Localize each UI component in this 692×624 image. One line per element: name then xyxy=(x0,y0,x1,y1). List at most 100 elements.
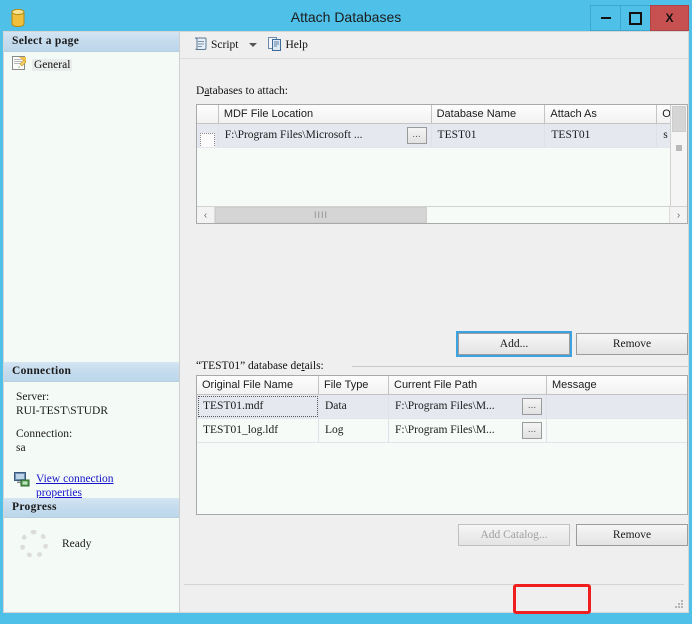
server-connection-icon xyxy=(14,472,30,490)
scroll-thumb[interactable]: IIII xyxy=(215,207,427,223)
select-a-page-list: General xyxy=(4,52,179,77)
scroll-track[interactable]: IIII xyxy=(215,207,669,223)
help-icon xyxy=(268,36,282,54)
browse-mdf-button[interactable]: ... xyxy=(407,127,427,144)
row-checkbox[interactable] xyxy=(200,133,215,147)
server-value: RUI-TEST\STUDR xyxy=(16,404,171,418)
scroll-left-arrow-icon[interactable]: ‹ xyxy=(197,207,215,223)
close-button[interactable]: X xyxy=(650,5,689,31)
label-part-post: tabases to attach: xyxy=(209,85,288,97)
resize-grip-icon[interactable] xyxy=(674,599,684,609)
view-connection-properties-row[interactable]: View connection properties xyxy=(4,470,179,500)
sidebar-item-general[interactable]: General xyxy=(4,52,179,77)
server-group: Server: RUI-TEST\STUDR xyxy=(16,390,171,418)
column-header-message[interactable]: Message xyxy=(547,376,687,394)
progress-spinner-icon xyxy=(20,530,48,558)
connection-label: Connection: xyxy=(16,427,171,441)
script-label: Script xyxy=(211,39,238,51)
progress-status: Ready xyxy=(62,538,91,550)
column-header-check[interactable] xyxy=(197,105,219,123)
connection-user-group: Connection: sa xyxy=(16,427,171,455)
cell-message[interactable] xyxy=(547,395,687,418)
script-button[interactable]: Script xyxy=(190,35,241,55)
cell-current-file-path-text: F:\Program Files\M... xyxy=(395,400,495,412)
details-header-row: Original File Name File Type Current Fil… xyxy=(197,376,687,395)
connection-header: Connection xyxy=(4,362,179,382)
add-catalog-button[interactable]: Add Catalog... xyxy=(458,524,570,546)
add-button-label: Add... xyxy=(500,338,528,350)
help-label: Help xyxy=(285,39,307,51)
sidebar-item-label: General xyxy=(32,59,72,71)
remove-attach-button-label: Remove xyxy=(613,338,651,350)
column-header-database-name[interactable]: Database Name xyxy=(432,105,546,123)
cell-mdf-file-location-text: F:\Program Files\Microsoft ... xyxy=(225,129,363,141)
cell-file-type[interactable]: Data xyxy=(319,395,389,418)
remove-details-button[interactable]: Remove xyxy=(576,524,688,546)
details-label-pre: “TEST01” database de xyxy=(196,360,301,372)
cell-current-file-path-text: F:\Program Files\M... xyxy=(395,424,495,436)
table-row[interactable]: TEST01.mdf Data F:\Program Files\M... ..… xyxy=(197,395,687,419)
select-a-page-header: Select a page xyxy=(4,32,179,52)
minimize-icon xyxy=(601,17,611,19)
grid-vertical-scroll-nub[interactable] xyxy=(676,145,682,151)
column-header-current-file-path[interactable]: Current File Path xyxy=(389,376,547,394)
details-label-post: ails: xyxy=(305,360,324,372)
server-label: Server: xyxy=(16,390,171,404)
column-header-attach-as[interactable]: Attach As xyxy=(545,105,657,123)
footer-separator xyxy=(184,584,684,585)
column-header-file-type[interactable]: File Type xyxy=(319,376,389,394)
cell-current-file-path[interactable]: F:\Program Files\M... ... xyxy=(389,419,547,442)
add-button[interactable]: Add... xyxy=(458,333,570,355)
grid-vertical-scrollbar[interactable] xyxy=(670,105,687,206)
progress-body: Ready xyxy=(4,518,179,558)
remove-details-button-label: Remove xyxy=(613,529,651,541)
connection-section: Connection Server: RUI-TEST\STUDR Connec… xyxy=(4,362,179,500)
grid-vertical-scroll-thumb[interactable] xyxy=(672,106,686,132)
browse-current-file-path-button[interactable]: ... xyxy=(522,422,542,439)
main-content-pane: Script Help xyxy=(180,32,688,612)
cell-current-file-path[interactable]: F:\Program Files\M... ... xyxy=(389,395,547,418)
table-row[interactable]: TEST01_log.ldf Log F:\Program Files\M...… xyxy=(197,419,687,443)
page-general-icon xyxy=(12,56,27,73)
databases-to-attach-grid[interactable]: MDF File Location Database Name Attach A… xyxy=(196,104,688,224)
screenshot-root: •••••••••• •••••• •• ••••• ••• •• ••••••… xyxy=(0,0,692,624)
maximize-button[interactable] xyxy=(620,5,651,31)
connection-details: Server: RUI-TEST\STUDR Connection: sa xyxy=(4,382,179,470)
dialog-toolbar: Script Help xyxy=(180,32,688,59)
view-connection-properties-link[interactable]: View connection properties xyxy=(36,472,138,500)
database-details-label: “TEST01” database details: xyxy=(196,360,324,372)
connection-value: sa xyxy=(16,441,171,455)
browse-current-file-path-button[interactable]: ... xyxy=(522,398,542,415)
minimize-button[interactable] xyxy=(590,5,621,31)
databases-to-attach-label: Databases to attach: xyxy=(196,85,288,97)
progress-header: Progress xyxy=(4,498,179,518)
details-label-rule xyxy=(352,366,688,367)
dialog-titlebar: Attach Databases X xyxy=(0,4,692,31)
cell-database-name[interactable]: TEST01 xyxy=(432,124,546,147)
chevron-down-icon[interactable] xyxy=(249,43,257,47)
attach-databases-dialog: Attach Databases X Select a page xyxy=(0,4,692,616)
cell-original-file-name[interactable]: TEST01_log.ldf xyxy=(197,419,319,442)
dialog-client-area: Select a page xyxy=(3,31,689,613)
grid-horizontal-scrollbar[interactable]: ‹ IIII › xyxy=(197,206,687,223)
maximize-icon xyxy=(629,12,642,25)
database-details-grid[interactable]: Original File Name File Type Current Fil… xyxy=(196,375,688,515)
script-icon xyxy=(193,36,208,54)
select-a-page-section: Select a page xyxy=(4,32,179,77)
column-header-original-file-name[interactable]: Original File Name xyxy=(197,376,319,394)
grid-header-row: MDF File Location Database Name Attach A… xyxy=(197,105,687,124)
cell-mdf-file-location[interactable]: F:\Program Files\Microsoft ... ... xyxy=(219,124,432,147)
progress-section: Progress Ready xyxy=(4,498,179,558)
dialog-title: Attach Databases xyxy=(0,9,692,25)
add-catalog-button-label: Add Catalog... xyxy=(480,529,547,541)
help-button[interactable]: Help xyxy=(265,35,310,55)
remove-attach-button[interactable]: Remove xyxy=(576,333,688,355)
cell-file-type[interactable]: Log xyxy=(319,419,389,442)
column-header-mdf-file-location[interactable]: MDF File Location xyxy=(219,105,432,123)
table-row[interactable]: F:\Program Files\Microsoft ... ... TEST0… xyxy=(197,124,687,148)
row-select-checkbox-cell[interactable] xyxy=(197,124,219,147)
scroll-right-arrow-icon[interactable]: › xyxy=(669,207,687,223)
cell-original-file-name[interactable]: TEST01.mdf xyxy=(197,395,319,418)
cell-attach-as[interactable]: TEST01 xyxy=(545,124,657,147)
cell-message[interactable] xyxy=(547,419,687,442)
